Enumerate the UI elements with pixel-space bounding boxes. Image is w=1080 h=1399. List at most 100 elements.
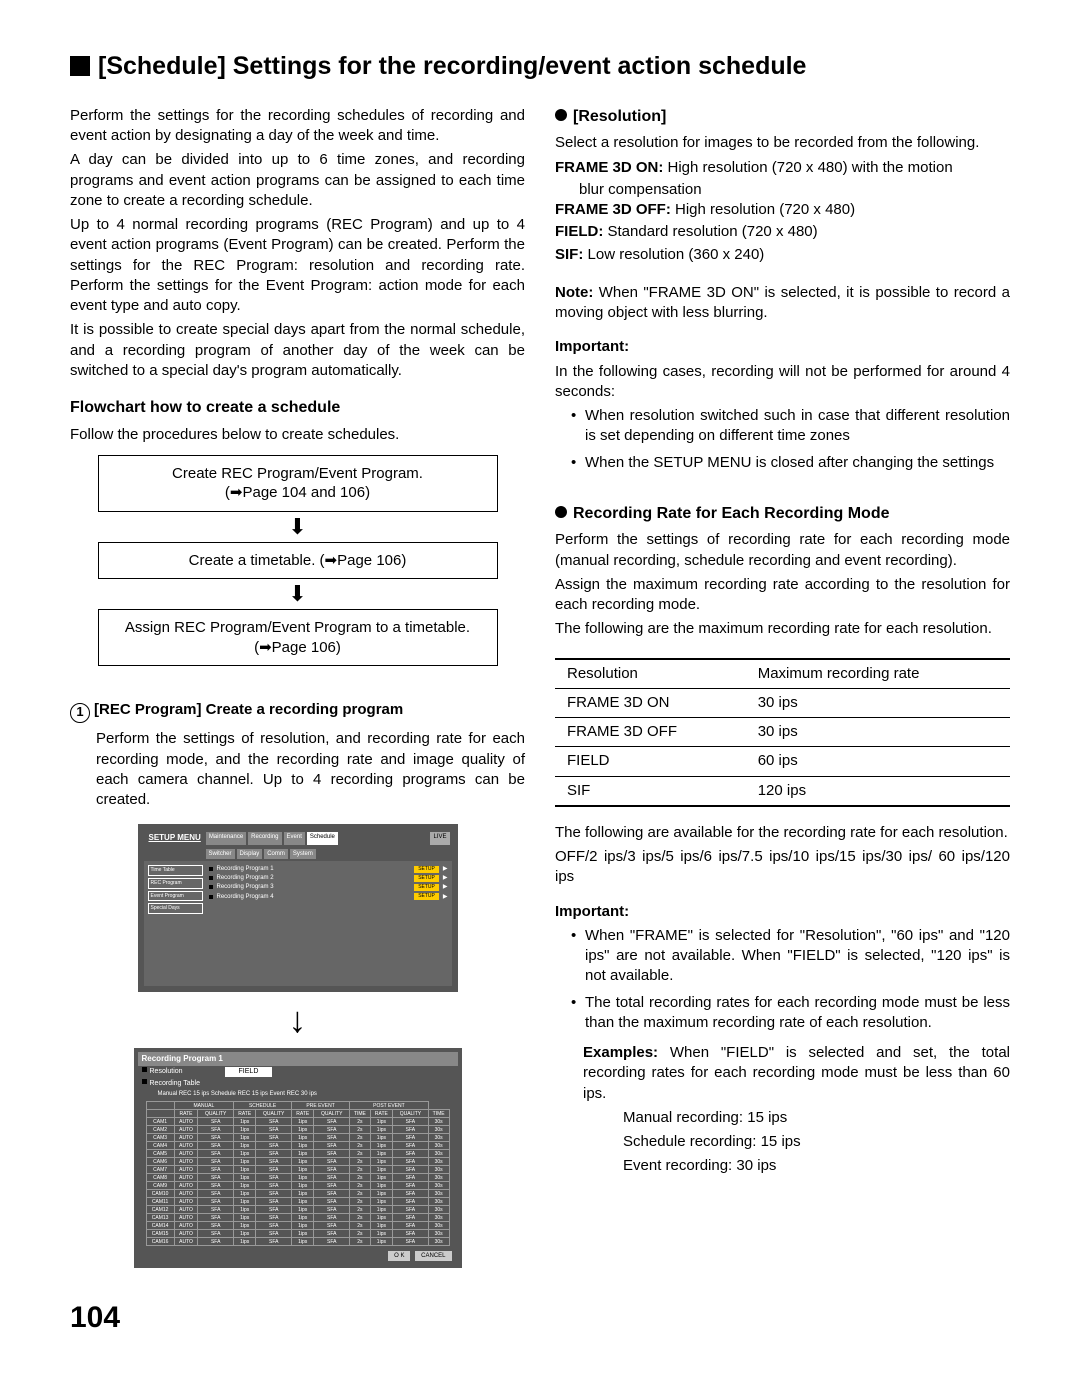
table-cell: SIF [555,776,746,806]
table-cell: FRAME 3D OFF [555,718,746,747]
rate-heading: Recording Rate for Each Recording Mode [555,503,1010,525]
row-label: Recording Program 2 [217,874,274,882]
tab: Switcher [206,849,235,859]
definition-label: FIELD: [555,223,603,240]
rates-row: Manual REC 15 ips Schedule REC 15 ips Ev… [138,1089,458,1099]
bullet-icon [555,109,567,121]
setup-menu-diagram: SETUP MENU Maintenance Recording Event S… [138,824,458,991]
flow-box: Create a timetable. (➡Page 106) [98,542,498,580]
step-text: Perform the settings of resolution, and … [96,729,525,810]
important-intro: In the following cases, recording will n… [555,362,1010,403]
rate-table: Resolution Maximum recording rate FRAME … [555,658,1010,807]
table-cell: 120 ips [746,776,1010,806]
definition-label: SIF: [555,246,583,263]
definition-row: FRAME 3D OFF: High resolution (720 x 480… [555,200,1010,220]
setup-button: SETUP [414,866,439,873]
side-button: Special Days [148,903,203,914]
step-title-text: [REC Program] Create a recording program [94,701,403,718]
live-indicator: LIVE [430,832,449,845]
intro-text: A day can be divided into up to 6 time z… [70,150,525,211]
definition-row: FIELD: Standard resolution (720 x 480) [555,222,1010,242]
recording-program-diagram: Recording Program 1 Resolution FIELD Rec… [134,1048,462,1269]
rate-text: Perform the settings of recording rate f… [555,530,1010,571]
tab: Display [237,849,263,859]
intro-text: It is possible to create special days ap… [70,320,525,381]
example-line: Event recording: 30 ips [623,1156,1010,1176]
arrow-down-icon: ⬇ [98,516,498,538]
tab: System [290,849,316,859]
step-heading: 1[REC Program] Create a recording progra… [70,700,525,723]
definition-row: SIF: Low resolution (360 x 240) [555,245,1010,265]
square-icon [70,56,90,76]
play-icon: ▶ [443,865,448,873]
rate-title: Recording Rate for Each Recording Mode [573,505,889,522]
diagram-title: Recording Program 1 [138,1052,458,1067]
setup-button: SETUP [414,884,439,891]
setup-button: SETUP [414,875,439,882]
resolution-label: Resolution [150,1068,183,1075]
bullet-icon [555,506,567,518]
list-item: The total recording rates for each recor… [585,993,1010,1034]
table-header: Resolution [555,659,746,689]
note-label: Note: [555,284,593,301]
page-number: 104 [70,1298,1010,1339]
definition-label: FRAME 3D OFF: [555,201,671,218]
flow-text: Create a timetable. (➡Page 106) [189,552,407,569]
list-item: When the SETUP MENU is closed after chan… [585,453,1010,473]
tab: Comm [264,849,288,859]
examples-text: Examples: When "FIELD" is selected and s… [583,1043,1010,1104]
arrow-down-icon: ⬇ [98,583,498,605]
important-list: When "FRAME" is selected for "Resolution… [555,926,1010,1033]
step-number-icon: 1 [70,703,90,723]
table-cell: 30 ips [746,688,1010,717]
table-cell: 30 ips [746,718,1010,747]
flow-text: Create REC Program/Event Program. [172,465,423,482]
example-line: Manual recording: 15 ips [623,1108,1010,1128]
examples-label: Examples: [583,1044,658,1061]
tab-active: Schedule [307,832,338,845]
after-table-text: OFF/2 ips/3 ips/5 ips/6 ips/7.5 ips/10 i… [555,847,1010,888]
side-button: Event Program [148,891,203,902]
definition-row: FRAME 3D ON: High resolution (720 x 480)… [555,158,1010,178]
page-title: [Schedule] Settings for the recording/ev… [70,50,1010,84]
play-icon: ▶ [443,893,448,901]
tab: Event [284,832,305,845]
row-label: Recording Program 4 [217,893,274,901]
recording-table: MANUALSCHEDULEPRE EVENTPOST EVENTRATEQUA… [146,1101,450,1246]
table-cell: FRAME 3D ON [555,688,746,717]
definition-label: FRAME 3D ON: [555,159,663,176]
after-table-text: The following are available for the reco… [555,823,1010,843]
resolution-title: [Resolution] [573,108,666,125]
rate-text: The following are the maximum recording … [555,619,1010,639]
list-item: When resolution switched such in case th… [585,406,1010,447]
play-icon: ▶ [443,883,448,891]
definition-text: Low resolution (360 x 240) [583,246,764,263]
flowchart: Create REC Program/Event Program. (➡Page… [98,455,498,667]
important-list: When resolution switched such in case th… [555,406,1010,473]
row-label: Recording Program 3 [217,883,274,891]
list-item: When "FRAME" is selected for "Resolution… [585,926,1010,987]
definition-cont: blur compensation [579,180,1010,200]
intro-text: Up to 4 normal recording programs (REC P… [70,215,525,316]
flow-box: Create REC Program/Event Program. (➡Page… [98,455,498,512]
setup-button: SETUP [414,893,439,900]
definition-text: Standard resolution (720 x 480) [603,223,817,240]
important-label: Important: [555,338,629,355]
flowchart-heading: Flowchart how to create a schedule [70,397,525,419]
ok-button: O K [388,1251,410,1261]
table-cell: FIELD [555,747,746,776]
important-label: Important: [555,903,629,920]
title-text: [Schedule] Settings for the recording/ev… [98,52,806,80]
table-cell: 60 ips [746,747,1010,776]
flow-box: Assign REC Program/Event Program to a ti… [98,609,498,666]
definition-text: High resolution (720 x 480) with the mot… [663,159,952,176]
table-header: Maximum recording rate [746,659,1010,689]
flow-text: (➡Page 104 and 106) [225,484,370,501]
example-line: Schedule recording: 15 ips [623,1132,1010,1152]
note-body: When "FRAME 3D ON" is selected, it is po… [555,284,1010,321]
row-label: Recording Program 1 [217,865,274,873]
arrow-down-icon: ↓ [70,1002,525,1038]
resolution-intro: Select a resolution for images to be rec… [555,133,1010,153]
rate-text: Assign the maximum recording rate accord… [555,575,1010,616]
intro-text: Perform the settings for the recording s… [70,106,525,147]
